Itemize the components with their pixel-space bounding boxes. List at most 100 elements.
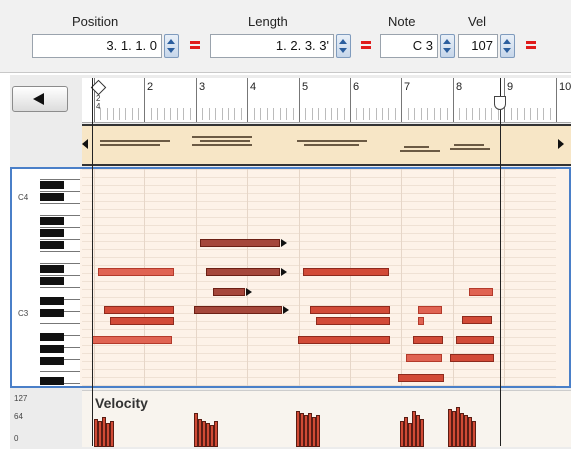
black-key[interactable] [40,297,64,305]
white-key-divider[interactable] [40,287,80,288]
spin-down-icon [503,48,511,53]
black-key[interactable] [40,357,64,365]
black-key[interactable] [40,265,64,273]
white-key-divider[interactable] [40,239,80,240]
playhead-handle[interactable] [494,96,506,110]
midi-note[interactable] [194,306,282,314]
sub-tick [107,108,108,120]
white-key-divider[interactable] [40,227,80,228]
white-key-divider[interactable] [40,263,80,264]
midi-note[interactable] [206,268,280,276]
black-key[interactable] [40,193,64,201]
midi-note[interactable] [298,336,390,344]
sub-tick [485,108,486,120]
sub-tick [459,108,460,120]
velocity-bar[interactable] [214,421,218,447]
white-key-divider[interactable] [40,215,80,216]
overview-note [297,140,367,142]
velocity-bar[interactable] [472,421,476,447]
scroll-left-icon[interactable] [82,139,88,149]
midi-note[interactable] [200,239,280,247]
grid-row [82,377,556,378]
midi-note[interactable] [406,354,442,362]
midi-note[interactable] [462,316,492,324]
overview-note [100,140,170,142]
sub-tick [267,108,268,120]
velocity-bar[interactable] [420,419,424,447]
bar-tick [350,78,351,122]
white-key-divider[interactable] [40,371,80,372]
length-field[interactable]: 1. 2. 3. 3' [210,34,334,58]
velocity-lane[interactable] [82,390,571,447]
black-key[interactable] [40,181,64,189]
bar-number: 5 [302,81,309,93]
velocity-bar[interactable] [110,421,114,447]
grid-row [82,201,556,202]
midi-note[interactable] [469,288,493,296]
midi-note[interactable] [303,268,389,276]
event-info-toolbar: Position 3. 1. 1. 0 Length 1. 2. 3. 3' N… [0,0,571,73]
note-grid[interactable] [82,169,556,386]
midi-note[interactable] [310,306,390,314]
midi-note[interactable] [104,306,174,314]
grid-row [82,185,556,186]
midi-note[interactable] [92,336,172,344]
black-key[interactable] [40,333,64,341]
velocity-spinner[interactable] [500,34,515,58]
note-spinner[interactable] [440,34,455,58]
overview-strip[interactable] [82,124,571,166]
back-button[interactable] [12,86,68,112]
sub-tick [434,108,435,120]
piano-keyboard[interactable]: C4 C3 [12,169,80,386]
black-key[interactable] [40,229,64,237]
sub-tick [408,108,409,120]
velocity-bar[interactable] [316,415,320,447]
note-end-arrow-icon [246,288,252,296]
white-key-divider[interactable] [40,191,80,192]
black-key[interactable] [40,217,64,225]
sub-tick [472,108,473,120]
playhead-line[interactable] [500,78,501,446]
black-key[interactable] [40,277,64,285]
sub-tick [113,108,114,120]
velocity-field[interactable]: 107 [458,34,498,58]
white-key-divider[interactable] [40,179,80,180]
midi-note[interactable] [413,336,443,344]
sub-tick [337,108,338,120]
velocity-scale-mid: 64 [14,412,23,421]
black-key[interactable] [40,377,64,385]
loop-start-line [92,78,93,446]
black-key[interactable] [40,241,64,249]
scroll-right-icon[interactable] [558,139,564,149]
sub-tick [293,108,294,120]
white-key-divider[interactable] [40,251,80,252]
white-key-divider[interactable] [40,323,80,324]
white-key-divider[interactable] [40,275,80,276]
midi-note[interactable] [456,336,494,344]
note-field[interactable]: C 3 [380,34,438,58]
position-field[interactable]: 3. 1. 1. 0 [32,34,162,58]
position-spinner[interactable] [164,34,179,58]
midi-note[interactable] [213,288,245,296]
midi-note[interactable] [98,268,174,276]
midi-note[interactable] [110,317,174,325]
link-equals-icon[interactable] [361,40,371,50]
bar-number: 3 [199,81,206,93]
midi-note[interactable] [450,354,494,362]
sub-tick [447,108,448,120]
midi-note[interactable] [316,317,390,325]
sub-tick [325,108,326,120]
white-key-divider[interactable] [40,203,80,204]
grid-row [82,257,556,258]
sub-tick [363,108,364,120]
midi-note[interactable] [398,374,444,382]
black-key[interactable] [40,309,64,317]
sub-tick [356,108,357,120]
link-equals-icon[interactable] [190,40,200,50]
black-key[interactable] [40,345,64,353]
midi-note[interactable] [418,306,442,314]
length-spinner[interactable] [336,34,351,58]
link-equals-icon[interactable] [526,40,536,50]
grid-row [82,297,556,298]
midi-note[interactable] [418,317,424,325]
